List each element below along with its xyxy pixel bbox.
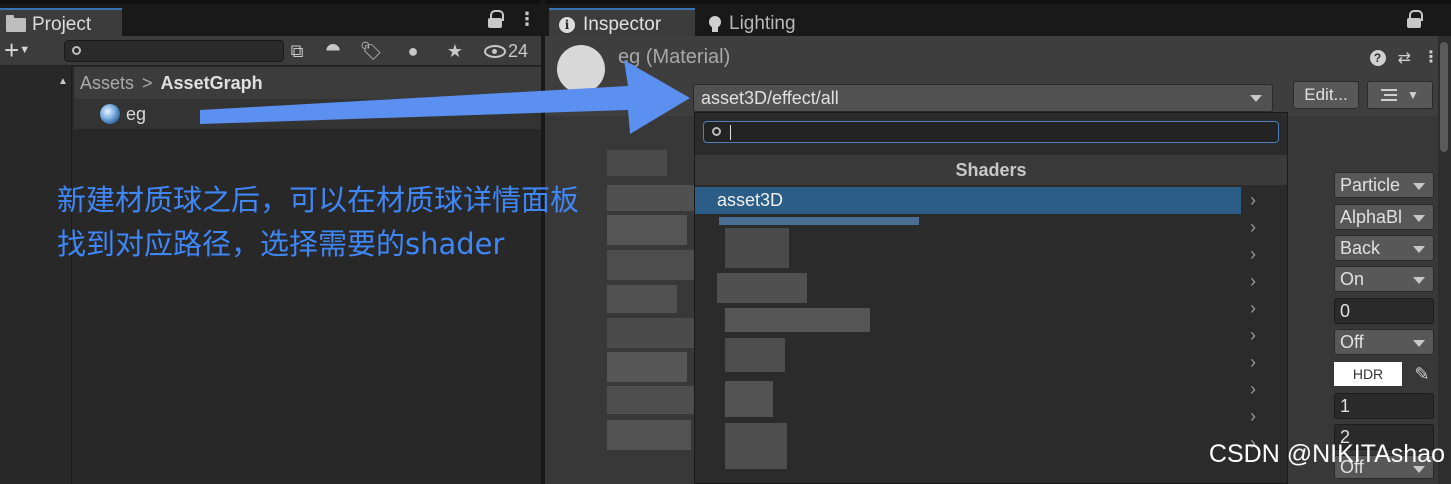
annotation-line-1: 新建材质球之后，可以在材质球详情面板 <box>57 183 580 217</box>
watermark: CSDN @NIKITAshao <box>1208 440 1445 468</box>
arrow-shape <box>200 60 690 134</box>
annotation-line-2: 找到对应路径，选择需要的shader <box>57 227 505 261</box>
annotation-text: 新建材质球之后，可以在材质球详情面板 找到对应路径，选择需要的shader <box>57 178 677 266</box>
